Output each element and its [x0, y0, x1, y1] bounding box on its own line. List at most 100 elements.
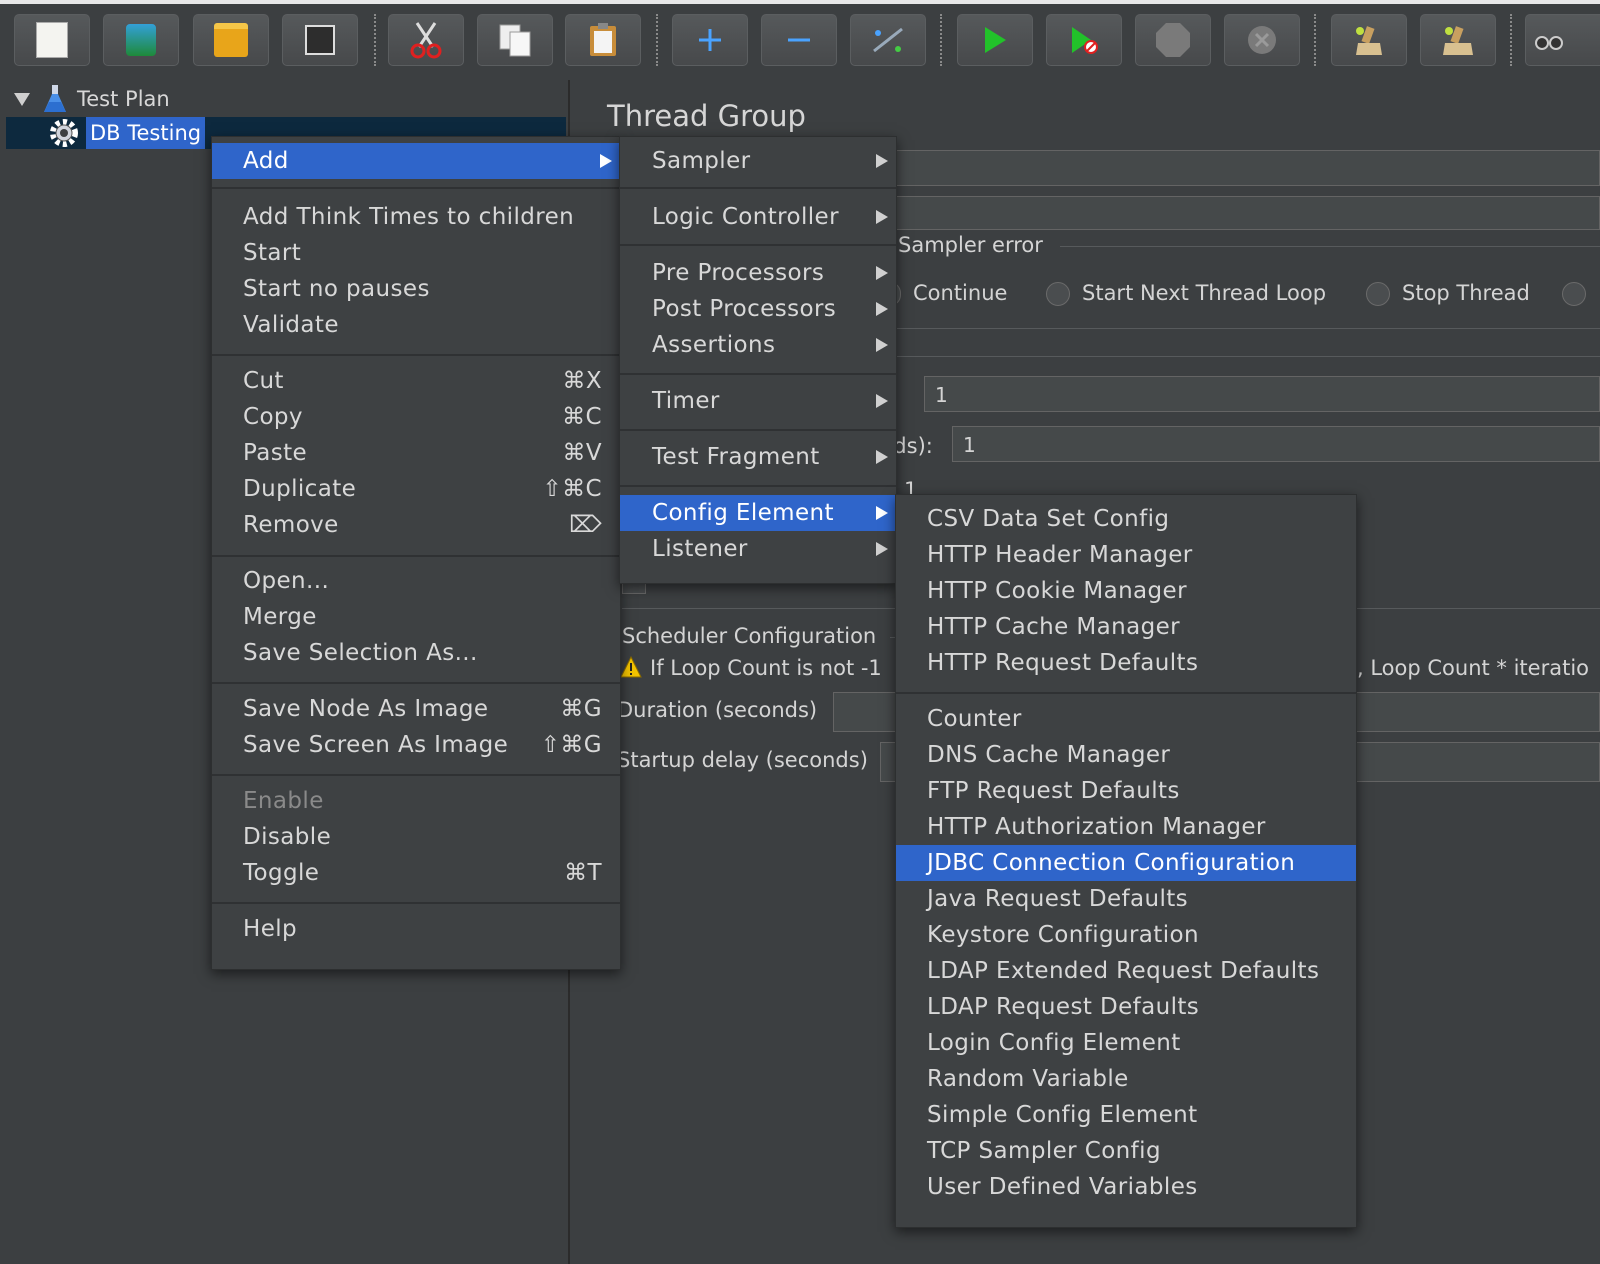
paste-button[interactable] — [565, 14, 641, 66]
context-menu: Add Add Think Times to children Start St… — [211, 136, 621, 970]
menu-item-config-element[interactable]: Config Element — [620, 495, 896, 531]
menu-item-random-variable[interactable]: Random Variable — [896, 1061, 1356, 1097]
menu-item-add[interactable]: Add — [212, 143, 620, 179]
menu-item-sampler[interactable]: Sampler — [620, 143, 896, 179]
menu-item-logic-controller[interactable]: Logic Controller — [620, 199, 896, 235]
new-button[interactable] — [14, 14, 90, 66]
menu-item-http-cache-manager[interactable]: HTTP Cache Manager — [896, 609, 1356, 645]
new-icon — [36, 22, 68, 58]
menu-item-csv-data-set-config[interactable]: CSV Data Set Config — [896, 501, 1356, 537]
radio-button[interactable] — [1562, 282, 1586, 306]
menu-item-http-request-defaults[interactable]: HTTP Request Defaults — [896, 645, 1356, 681]
menu-item-start-no-pauses[interactable]: Start no pauses — [212, 271, 620, 307]
menu-item-post-processors[interactable]: Post Processors — [620, 291, 896, 327]
rampup-input[interactable]: 1 — [952, 426, 1600, 462]
menu-item-enable[interactable]: Enable — [212, 783, 620, 819]
radio-stop-thread[interactable]: Stop Thread — [1366, 281, 1530, 306]
menu-item-http-cookie-manager[interactable]: HTTP Cookie Manager — [896, 573, 1356, 609]
start-no-pauses-icon — [1072, 27, 1098, 54]
menu-item-pre-processors[interactable]: Pre Processors — [620, 255, 896, 291]
tree-node-test-plan[interactable]: Test Plan — [13, 84, 170, 114]
submenu-arrow-icon — [876, 506, 888, 520]
duration-label: Duration (seconds) — [617, 698, 818, 722]
menu-item-ftp-request-defaults[interactable]: FTP Request Defaults — [896, 773, 1356, 809]
menu-item-validate[interactable]: Validate — [212, 307, 620, 343]
menu-item-duplicate[interactable]: Duplicate ⇧⌘C — [212, 471, 620, 507]
menu-item-counter[interactable]: Counter — [896, 701, 1356, 737]
minus-icon — [788, 38, 810, 42]
gear-icon — [50, 119, 78, 147]
start-button[interactable] — [957, 14, 1033, 66]
menu-item-user-defined-variables[interactable]: User Defined Variables — [896, 1169, 1356, 1205]
toggle-button[interactable] — [850, 14, 926, 66]
config-element-submenu: CSV Data Set Config HTTP Header Manager … — [895, 494, 1357, 1228]
menu-item-open[interactable]: Open... — [212, 563, 620, 599]
submenu-arrow-icon — [876, 154, 888, 168]
threads-input[interactable]: 1 — [924, 376, 1600, 412]
copy-button[interactable] — [477, 14, 553, 66]
stop-button[interactable] — [1135, 14, 1211, 66]
menu-item-ldap-request-defaults[interactable]: LDAP Request Defaults — [896, 989, 1356, 1025]
expand-triangle-icon[interactable] — [14, 92, 30, 106]
name-field[interactable] — [880, 150, 1600, 186]
menu-item-merge[interactable]: Merge — [212, 599, 620, 635]
submenu-arrow-icon — [876, 302, 888, 316]
menu-item-listener[interactable]: Listener — [620, 531, 896, 567]
menu-item-toggle[interactable]: Toggle ⌘T — [212, 855, 620, 891]
menu-item-disable[interactable]: Disable — [212, 819, 620, 855]
menu-item-start[interactable]: Start — [212, 235, 620, 271]
menu-item-save-selection[interactable]: Save Selection As... — [212, 635, 620, 671]
collapse-all-button[interactable] — [761, 14, 837, 66]
menu-separator — [620, 485, 896, 487]
menu-item-keystore-configuration[interactable]: Keystore Configuration — [896, 917, 1356, 953]
submenu-arrow-icon — [876, 542, 888, 556]
flask-icon — [44, 85, 66, 112]
menu-item-tcp-sampler-config[interactable]: TCP Sampler Config — [896, 1133, 1356, 1169]
menu-item-add-think-times[interactable]: Add Think Times to children — [212, 199, 620, 235]
menu-item-remove[interactable]: Remove ⌦ — [212, 507, 620, 543]
submenu-arrow-icon — [876, 266, 888, 280]
menu-item-save-node-image[interactable]: Save Node As Image ⌘G — [212, 691, 620, 727]
menu-item-ldap-extended-request-defaults[interactable]: LDAP Extended Request Defaults — [896, 953, 1356, 989]
radio-start-next-loop[interactable]: Start Next Thread Loop — [1046, 281, 1326, 306]
menu-item-save-screen-image[interactable]: Save Screen As Image ⇧⌘G — [212, 727, 620, 763]
toolbar-separator — [940, 14, 942, 66]
menu-item-java-request-defaults[interactable]: Java Request Defaults — [896, 881, 1356, 917]
radio-button[interactable] — [1046, 282, 1070, 306]
clear-button[interactable] — [1331, 14, 1407, 66]
menu-item-simple-config-element[interactable]: Simple Config Element — [896, 1097, 1356, 1133]
radio-stop-test[interactable] — [1562, 281, 1598, 306]
menu-item-help[interactable]: Help — [212, 911, 620, 947]
menu-separator — [212, 682, 620, 684]
menu-separator — [212, 555, 620, 557]
clear-icon — [1356, 26, 1382, 55]
menu-item-jdbc-connection-configuration[interactable]: JDBC Connection Configuration — [896, 845, 1356, 881]
open-button[interactable] — [193, 14, 269, 66]
expand-all-button[interactable] — [672, 14, 748, 66]
cut-button[interactable] — [388, 14, 464, 66]
start-no-pauses-button[interactable] — [1046, 14, 1122, 66]
menu-item-paste[interactable]: Paste ⌘V — [212, 435, 620, 471]
toolbar-separator — [1510, 14, 1512, 66]
menu-item-http-header-manager[interactable]: HTTP Header Manager — [896, 537, 1356, 573]
menu-item-dns-cache-manager[interactable]: DNS Cache Manager — [896, 737, 1356, 773]
menu-item-http-authorization-manager[interactable]: HTTP Authorization Manager — [896, 809, 1356, 845]
save-button[interactable] — [282, 14, 358, 66]
paste-icon — [590, 23, 616, 56]
search-button[interactable] — [1525, 14, 1600, 66]
menu-item-test-fragment[interactable]: Test Fragment — [620, 439, 896, 475]
menu-item-login-config-element[interactable]: Login Config Element — [896, 1025, 1356, 1061]
comments-field[interactable] — [880, 196, 1600, 230]
menu-item-copy[interactable]: Copy ⌘C — [212, 399, 620, 435]
radio-continue[interactable]: Continue — [886, 281, 1007, 306]
menu-item-cut[interactable]: Cut ⌘X — [212, 363, 620, 399]
templates-button[interactable] — [103, 14, 179, 66]
radio-button[interactable] — [1366, 282, 1390, 306]
menu-item-assertions[interactable]: Assertions — [620, 327, 896, 363]
tree-node-db-testing[interactable]: DB Testing — [48, 117, 206, 149]
menu-separator — [620, 373, 896, 375]
menu-separator — [212, 774, 620, 776]
menu-item-timer[interactable]: Timer — [620, 383, 896, 419]
shutdown-button[interactable] — [1224, 14, 1300, 66]
clear-all-button[interactable] — [1420, 14, 1496, 66]
